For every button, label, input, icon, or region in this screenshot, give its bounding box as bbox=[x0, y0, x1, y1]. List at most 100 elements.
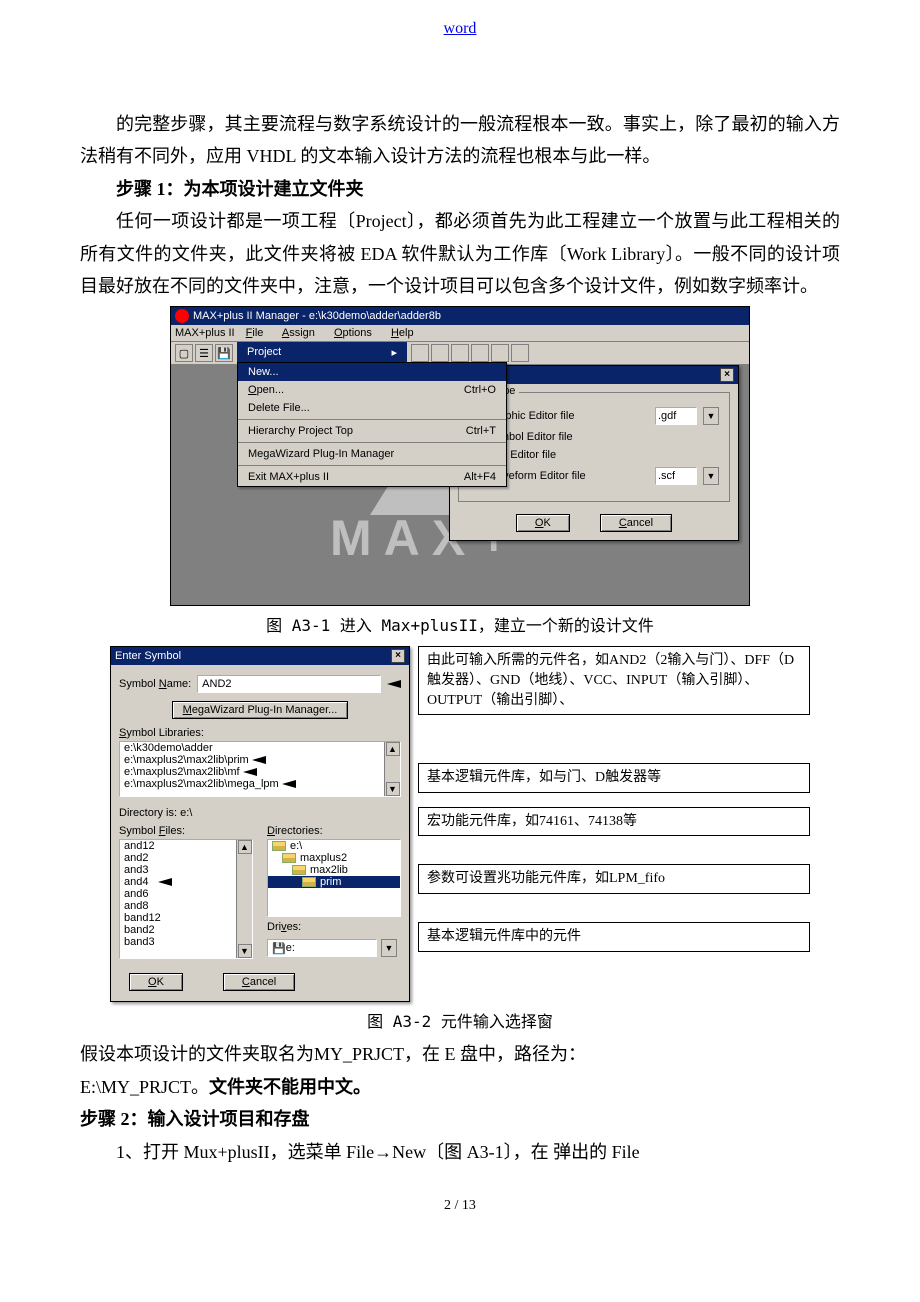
scroll-down-icon[interactable]: ▼ bbox=[386, 782, 400, 796]
directory-is-label: Directory is: e:\ bbox=[119, 807, 401, 819]
enter-symbol-titlebar: Enter Symbol × bbox=[111, 647, 409, 665]
list-item[interactable]: and8 bbox=[120, 900, 252, 912]
close-icon[interactable]: × bbox=[391, 649, 405, 663]
list-item[interactable]: e:\maxplus2\max2lib\prim bbox=[120, 754, 400, 766]
menubar[interactable]: MAX+plus II File Assign Options Help bbox=[171, 325, 749, 342]
scrollbar[interactable]: ▲ ▼ bbox=[236, 840, 252, 958]
folder-open-icon bbox=[302, 877, 316, 887]
step1-body: 任何一项设计都是一项工程〔Project〕，都必须首先为此工程建立一个放置与此工… bbox=[80, 205, 840, 302]
toolbar: ▢ ☰ 💾 Project▸ New... OOpen...pen...Ctrl… bbox=[171, 342, 749, 365]
annotation-arrow-icon bbox=[387, 680, 401, 688]
annotation-arrow-icon bbox=[252, 756, 266, 764]
symbol-libraries-list[interactable]: e:\k30demo\adder e:\maxplus2\max2lib\pri… bbox=[119, 741, 401, 797]
app-icon bbox=[175, 309, 189, 323]
enter-symbol-dialog: Enter Symbol × Symbol Name: Symbol Name:… bbox=[110, 646, 410, 1002]
menu-item-delete[interactable]: Delete File... bbox=[238, 399, 506, 417]
menu-item-open[interactable]: OOpen...pen...Ctrl+O bbox=[238, 381, 506, 399]
figure-a3-2: Enter Symbol × Symbol Name: Symbol Name:… bbox=[110, 646, 810, 1002]
page-number: 2 / 13 bbox=[80, 1198, 840, 1214]
file-menu-dropdown: Project▸ New... OOpen...pen...Ctrl+O Del… bbox=[237, 342, 407, 364]
menu-help[interactable]: Help bbox=[391, 327, 422, 339]
scroll-up-icon[interactable]: ▲ bbox=[238, 840, 252, 854]
menu-maxplus[interactable]: MAX+plus II bbox=[175, 327, 235, 339]
list-item[interactable]: e:\maxplus2\max2lib\mf bbox=[120, 766, 400, 778]
list-item[interactable]: band3 bbox=[120, 936, 252, 948]
list-item[interactable]: and6 bbox=[120, 888, 252, 900]
symbol-name-label: Symbol Name: bbox=[119, 678, 191, 690]
ext-waveform: .scf bbox=[655, 467, 697, 485]
intro-paragraph: 的完整步骤，其主要流程与数字系统设计的一般流程根本一致。事实上，除了最初的输入方… bbox=[80, 108, 840, 173]
drive-icon: 💾 bbox=[272, 942, 286, 955]
list-item[interactable]: max2lib bbox=[268, 864, 400, 876]
cancel-button[interactable]: CancelCancel bbox=[223, 973, 295, 991]
ext-waveform-dropdown[interactable]: ▼ bbox=[703, 467, 719, 485]
ok-button[interactable]: OKOK bbox=[516, 514, 570, 532]
toolbar-btn-d[interactable] bbox=[471, 344, 489, 362]
symbol-name-input[interactable]: AND2 bbox=[197, 675, 381, 693]
menu-options[interactable]: Options bbox=[334, 327, 380, 339]
scrollbar[interactable]: ▲ ▼ bbox=[384, 742, 400, 796]
drives-label: Drives:Drives: bbox=[267, 921, 401, 933]
assume-line: 假设本项设计的文件夹取名为MY_PRJCT，在 E 盘中，路径为： bbox=[80, 1038, 840, 1070]
toolbar-btn-c[interactable] bbox=[451, 344, 469, 362]
directories-label: Directories:Directories: bbox=[267, 825, 401, 837]
megawizard-button[interactable]: MegaWizard Plug-In Manager...MegaWizard … bbox=[172, 701, 349, 719]
menu-file[interactable]: File bbox=[246, 327, 272, 339]
scroll-down-icon[interactable]: ▼ bbox=[238, 944, 252, 958]
path-line: E:\MY_PRJCT。文件夹不能用中文。 bbox=[80, 1071, 840, 1103]
folder-open-icon bbox=[272, 841, 286, 851]
step2-item1: 1、打开 Mux+plusII，选菜单 File→New〔图 A3-1〕，在 弹… bbox=[80, 1136, 840, 1168]
folder-open-icon bbox=[282, 853, 296, 863]
toolbar-right bbox=[407, 342, 749, 364]
scroll-up-icon[interactable]: ▲ bbox=[386, 742, 400, 756]
list-item[interactable]: and4 bbox=[120, 876, 252, 888]
list-item[interactable]: band2 bbox=[120, 924, 252, 936]
annotations-column: 由此可输入所需的元件名，如AND2（2输入与门）、DFF（D触发器）、GND（地… bbox=[418, 646, 810, 951]
step1-title: 步骤 1：为本项设计建立文件夹 bbox=[80, 173, 840, 205]
drives-select[interactable]: 💾 e: bbox=[267, 939, 377, 957]
ext-graphic: .gdf bbox=[655, 407, 697, 425]
symbol-files-label: Symbol Files:Symbol Files: bbox=[119, 825, 253, 837]
annotation-mf-lib: 宏功能元件库，如74161、74138等 bbox=[418, 807, 810, 837]
symbol-libraries-label: Symbol Libraries:Symbol Libraries: bbox=[119, 727, 401, 739]
menu-item-new[interactable]: New... bbox=[238, 363, 506, 381]
file-menu-project[interactable]: Project▸ bbox=[237, 342, 407, 362]
toolbar-open-icon[interactable]: ☰ bbox=[195, 344, 213, 362]
list-item[interactable]: and2 bbox=[120, 852, 252, 864]
toolbar-btn-e[interactable] bbox=[491, 344, 509, 362]
ok-button[interactable]: OKOK bbox=[129, 973, 183, 991]
step2-title: 步骤 2：输入设计项目和存盘 bbox=[80, 1103, 840, 1135]
list-item[interactable]: and3 bbox=[120, 864, 252, 876]
menu-assign[interactable]: Assign bbox=[282, 327, 323, 339]
toolbar-btn-f[interactable] bbox=[511, 344, 529, 362]
symbol-files-list[interactable]: and12 and2 and3 and4 and6 and8 band12 ba… bbox=[119, 839, 253, 959]
menu-item-megawizard[interactable]: MegaWizard Plug-In Manager bbox=[238, 445, 506, 463]
annotation-prim-lib: 基本逻辑元件库，如与门、D触发器等 bbox=[418, 763, 810, 793]
annotation-arrow-icon bbox=[282, 780, 296, 788]
close-icon[interactable]: × bbox=[720, 368, 734, 382]
toolbar-save-icon[interactable]: 💾 bbox=[215, 344, 233, 362]
file-submenu: New... OOpen...pen...Ctrl+O Delete File.… bbox=[237, 362, 507, 487]
toolbar-btn-b[interactable] bbox=[431, 344, 449, 362]
list-item[interactable]: e:\k30demo\adder bbox=[120, 742, 400, 754]
list-item[interactable]: e:\ bbox=[268, 840, 400, 852]
list-item[interactable]: maxplus2 bbox=[268, 852, 400, 864]
window-title-text: MAX+plus II Manager - e:\k30demo\adder\a… bbox=[193, 310, 441, 322]
toolbar-new-icon[interactable]: ▢ bbox=[175, 344, 193, 362]
annotation-arrow-icon bbox=[158, 878, 172, 886]
list-item-selected[interactable]: prim bbox=[268, 876, 400, 888]
cancel-button[interactable]: CancelCancel bbox=[600, 514, 672, 532]
toolbar-btn-a[interactable] bbox=[411, 344, 429, 362]
ext-graphic-dropdown[interactable]: ▼ bbox=[703, 407, 719, 425]
menu-item-exit[interactable]: Exit MAX+plus IIAlt+F4 bbox=[238, 468, 506, 486]
drives-dropdown-icon[interactable]: ▼ bbox=[381, 939, 397, 957]
figure-a3-1-caption: 图 A3-1 进入 Max+plusII，建立一个新的设计文件 bbox=[80, 612, 840, 636]
annotation-prim-symbols: 基本逻辑元件库中的元件 bbox=[418, 922, 810, 952]
list-item[interactable]: band12 bbox=[120, 912, 252, 924]
list-item[interactable]: e:\maxplus2\max2lib\mega_lpm bbox=[120, 778, 400, 790]
header-word-link[interactable]: word bbox=[444, 20, 477, 37]
list-item[interactable]: and12 bbox=[120, 840, 252, 852]
menu-item-hierarchy[interactable]: Hierarchy Project TopCtrl+T bbox=[238, 422, 506, 440]
directories-list[interactable]: e:\ maxplus2 max2lib prim bbox=[267, 839, 401, 917]
screenshot-maxplus-window: MAX+plus II Manager - e:\k30demo\adder\a… bbox=[170, 306, 750, 606]
